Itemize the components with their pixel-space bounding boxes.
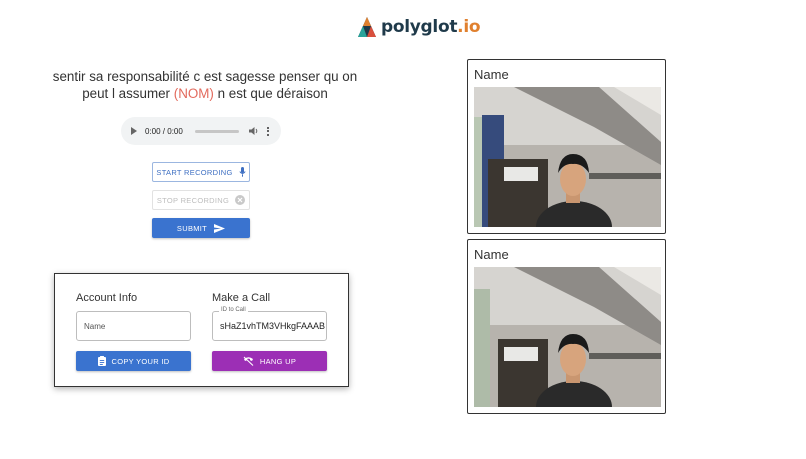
polyglot-logo-icon bbox=[358, 17, 376, 37]
clipboard-icon bbox=[97, 356, 106, 366]
prompt-sentence: sentir sa responsabilité c est sagesse p… bbox=[40, 68, 370, 102]
name-placeholder: Name bbox=[84, 321, 106, 331]
send-icon bbox=[214, 223, 226, 233]
video-card-remote: Name bbox=[467, 239, 666, 414]
name-input[interactable]: Name bbox=[76, 311, 191, 341]
brand-logo: polyglot.io bbox=[357, 14, 481, 40]
id-to-call-input[interactable]: ID to Call sHaZ1vhTM3VHkgFAAAB bbox=[212, 307, 327, 341]
stop-recording-button[interactable]: STOP RECORDING bbox=[152, 190, 250, 210]
more-options-icon[interactable] bbox=[266, 126, 269, 136]
make-call-section: Make a Call ID to Call sHaZ1vhTM3VHkgFAA… bbox=[212, 292, 328, 371]
stop-recording-label: STOP RECORDING bbox=[156, 195, 230, 205]
video-name-label: Name bbox=[474, 67, 509, 82]
account-info-section: Account Info Name COPY YOUR ID bbox=[76, 292, 192, 371]
prompt-text-end: n est que déraison bbox=[213, 86, 328, 101]
webcam-video-local bbox=[474, 87, 661, 227]
copy-id-label: COPY YOUR ID bbox=[111, 356, 170, 366]
prompt-highlight: (NOM) bbox=[173, 86, 214, 101]
hang-up-label: HANG UP bbox=[259, 356, 297, 366]
brand-name: polyglot.io bbox=[381, 17, 481, 37]
copy-id-button[interactable]: COPY YOUR ID bbox=[76, 351, 191, 371]
id-to-call-label: ID to Call bbox=[219, 307, 248, 313]
connection-panel: Account Info Name COPY YOUR ID Make a Ca… bbox=[54, 273, 349, 387]
account-info-title: Account Info bbox=[76, 292, 138, 304]
audio-time: 0:00 / 0:00 bbox=[145, 126, 183, 136]
audio-player[interactable]: 0:00 / 0:00 bbox=[121, 117, 281, 145]
make-call-title: Make a Call bbox=[212, 292, 271, 304]
audio-progress-slider[interactable] bbox=[194, 129, 239, 133]
hang-up-button[interactable]: HANG UP bbox=[212, 351, 327, 371]
start-recording-label: START RECORDING bbox=[156, 167, 233, 177]
video-name-label: Name bbox=[474, 247, 509, 262]
id-to-call-value: sHaZ1vhTM3VHkgFAAAB bbox=[220, 321, 326, 331]
mic-icon bbox=[239, 167, 246, 177]
start-recording-button[interactable]: START RECORDING bbox=[152, 162, 250, 182]
video-card-local: Name bbox=[467, 59, 666, 234]
webcam-video-remote bbox=[474, 267, 661, 407]
submit-button[interactable]: SUBMIT bbox=[152, 218, 250, 238]
play-icon[interactable] bbox=[131, 127, 137, 135]
cancel-circle-icon bbox=[235, 195, 246, 205]
volume-icon[interactable] bbox=[248, 126, 259, 136]
phone-hangup-icon bbox=[243, 356, 254, 366]
submit-label: SUBMIT bbox=[176, 223, 208, 233]
